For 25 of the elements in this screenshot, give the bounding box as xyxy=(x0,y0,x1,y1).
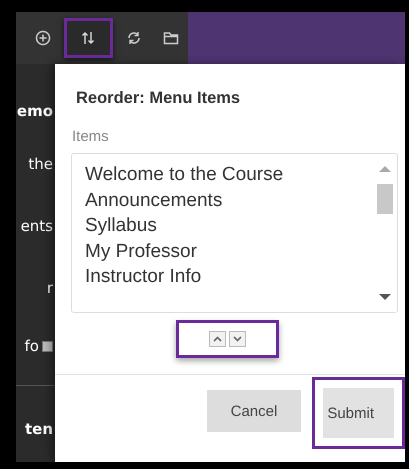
field-label: Items xyxy=(72,128,110,145)
dialog-title: Reorder: Menu Items xyxy=(76,89,242,108)
move-down-button[interactable] xyxy=(229,331,246,347)
list-option[interactable]: Instructor Info xyxy=(85,264,373,290)
menu-item-text[interactable]: the xyxy=(28,155,53,173)
add-circle-icon xyxy=(34,30,51,46)
up-down-arrows-icon xyxy=(80,30,96,46)
move-up-button[interactable] xyxy=(209,331,226,347)
list-option[interactable]: Welcome to the Course xyxy=(85,162,373,188)
items-listbox[interactable]: Welcome to the Course Announcements Syllabus My Professor Instructor Info xyxy=(71,153,398,313)
refresh-icon xyxy=(126,30,142,46)
chevron-up-icon xyxy=(213,336,222,342)
list-option[interactable]: Syllabus xyxy=(85,213,373,238)
folder-icon xyxy=(163,30,180,46)
toolbar-button[interactable] xyxy=(64,18,113,58)
menu-item-text[interactable]: emo xyxy=(16,102,53,120)
submit-button[interactable]: Submit xyxy=(312,377,405,449)
chevron-down-icon xyxy=(233,336,242,342)
menu-item-text[interactable]: ents xyxy=(20,217,53,235)
edit-icon xyxy=(42,340,53,352)
list-option[interactable]: Announcements xyxy=(85,188,373,213)
menu-item-text[interactable]: r xyxy=(46,279,53,297)
menu-item-text[interactable]: fo xyxy=(24,337,39,355)
menu-item-text[interactable]: ten xyxy=(24,420,53,438)
list-option[interactable]: My Professor xyxy=(85,238,373,264)
